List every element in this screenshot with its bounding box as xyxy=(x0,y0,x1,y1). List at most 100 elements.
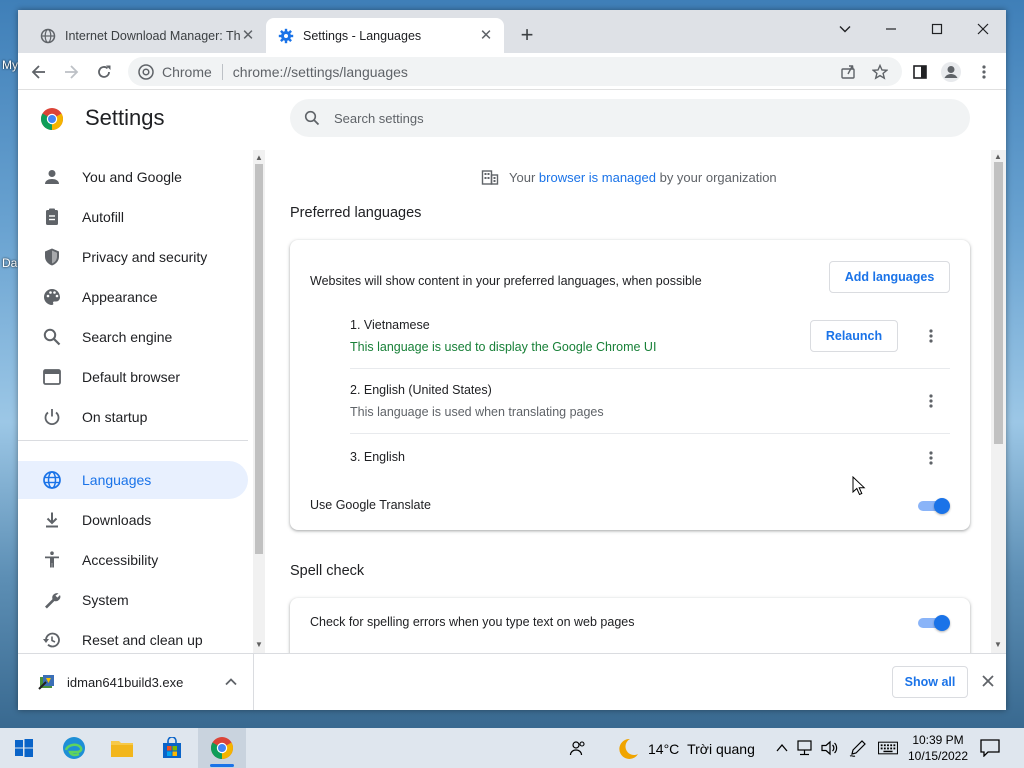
taskbar-chrome[interactable] xyxy=(208,734,236,762)
settings-header: Settings xyxy=(18,90,1006,150)
sidebar-item-accessibility[interactable]: Accessibility xyxy=(18,541,248,579)
sidebar-item-label: System xyxy=(82,592,129,608)
sidebar-item-system[interactable]: System xyxy=(18,581,248,619)
search-input[interactable] xyxy=(334,110,934,126)
sidebar-item-reset[interactable]: Reset and clean up xyxy=(18,621,248,653)
scroll-down-icon[interactable]: ▼ xyxy=(992,639,1004,651)
volume-button[interactable] xyxy=(820,738,840,758)
notification-icon xyxy=(980,739,1000,757)
side-panel-button[interactable] xyxy=(905,57,935,87)
profile-button[interactable] xyxy=(936,57,966,87)
start-button[interactable] xyxy=(10,734,38,762)
taskbar-clock[interactable]: 10:39 PM 10/15/2022 xyxy=(904,732,972,764)
sidebar-item-label: Search engine xyxy=(82,329,173,345)
sidebar-item-label: Appearance xyxy=(82,289,158,305)
reload-button[interactable] xyxy=(89,57,119,87)
taskbar-store[interactable] xyxy=(158,734,186,762)
back-button[interactable] xyxy=(24,57,54,87)
language-menu-button[interactable] xyxy=(919,389,943,413)
maximize-button[interactable] xyxy=(914,14,960,44)
tab-idm[interactable]: Internet Download Manager: The ✕ xyxy=(28,18,266,53)
side-panel-icon xyxy=(913,65,927,79)
sidebar-item-you-and-google[interactable]: You and Google xyxy=(18,158,248,196)
network-button[interactable] xyxy=(796,738,816,758)
sidebar-item-search-engine[interactable]: Search engine xyxy=(18,318,248,356)
arrow-left-icon xyxy=(31,65,45,79)
bookmark-button[interactable] xyxy=(865,57,895,87)
preferred-languages-card: Websites will show content in your prefe… xyxy=(290,240,970,530)
settings-sidebar: You and Google Autofill Privacy and secu… xyxy=(18,150,253,653)
sidebar-divider xyxy=(18,440,248,441)
scroll-down-icon[interactable]: ▼ xyxy=(253,639,265,651)
wrench-icon xyxy=(45,593,61,609)
notifications-button[interactable] xyxy=(980,738,1000,758)
tray-overflow-button[interactable] xyxy=(772,738,792,758)
sidebar-item-languages[interactable]: Languages xyxy=(18,461,248,499)
close-shelf-button[interactable] xyxy=(978,671,998,691)
close-icon[interactable]: ✕ xyxy=(240,27,256,44)
taskbar-file-explorer[interactable] xyxy=(108,734,136,762)
sidebar-item-autofill[interactable]: Autofill xyxy=(18,198,248,236)
scrollbar-thumb[interactable] xyxy=(994,162,1003,444)
managed-suffix: by your organization xyxy=(659,169,777,185)
address-bar[interactable]: Chrome chrome://settings/languages xyxy=(128,57,902,86)
menu-button[interactable] xyxy=(969,57,999,87)
windows-logo-icon xyxy=(15,739,33,757)
pen-button[interactable] xyxy=(848,738,868,758)
download-filename: idman641build3.exe xyxy=(67,674,184,690)
main-scrollbar[interactable]: ▲ ▼ xyxy=(991,150,1006,653)
browser-window: Internet Download Manager: The ✕ Setting… xyxy=(18,10,1006,710)
kebab-icon xyxy=(929,451,933,465)
sidebar-item-label: Privacy and security xyxy=(82,249,208,265)
chevron-up-icon[interactable] xyxy=(222,673,240,691)
scroll-up-icon[interactable]: ▲ xyxy=(253,152,265,164)
google-translate-label: Use Google Translate xyxy=(310,498,431,512)
add-languages-button[interactable]: Add languages xyxy=(829,261,950,293)
download-icon xyxy=(46,512,58,528)
chevron-up-icon xyxy=(776,743,788,752)
browser-toolbar: Chrome chrome://settings/languages xyxy=(18,53,1006,90)
kebab-icon xyxy=(929,329,933,343)
close-icon[interactable]: ✕ xyxy=(478,27,494,44)
pen-icon xyxy=(849,740,866,757)
tab-settings[interactable]: Settings - Languages ✕ xyxy=(266,18,504,53)
scrollbar-thumb[interactable] xyxy=(255,164,263,554)
forward-button[interactable] xyxy=(56,57,86,87)
settings-search[interactable] xyxy=(290,99,970,137)
download-item[interactable]: idman641build3.exe xyxy=(18,654,254,710)
taskbar-edge[interactable] xyxy=(60,734,88,762)
power-icon xyxy=(44,409,60,426)
google-translate-toggle[interactable] xyxy=(918,498,950,514)
sidebar-item-appearance[interactable]: Appearance xyxy=(18,278,248,316)
minimize-button[interactable] xyxy=(868,14,914,44)
spell-check-toggle[interactable] xyxy=(918,615,950,631)
sidebar-item-downloads[interactable]: Downloads xyxy=(18,501,248,539)
show-all-button[interactable]: Show all xyxy=(892,666,968,698)
store-icon xyxy=(163,737,181,758)
managed-link[interactable]: browser is managed xyxy=(539,170,656,185)
sidebar-item-on-startup[interactable]: On startup xyxy=(18,398,248,436)
language-note: This language is used when translating p… xyxy=(350,405,604,419)
spell-check-label: Check for spelling errors when you type … xyxy=(310,615,635,629)
language-menu-button[interactable] xyxy=(919,324,943,348)
relaunch-button[interactable]: Relaunch xyxy=(810,320,898,352)
sidebar-item-label: On startup xyxy=(82,409,148,425)
share-button[interactable] xyxy=(833,57,863,87)
language-name: 2. English (United States) xyxy=(350,383,492,397)
language-menu-button[interactable] xyxy=(919,446,943,470)
people-button[interactable] xyxy=(568,738,588,758)
toggle-knob xyxy=(934,615,950,631)
new-tab-button[interactable]: + xyxy=(515,24,539,48)
accessibility-icon xyxy=(45,551,59,568)
sidebar-item-default-browser[interactable]: Default browser xyxy=(18,358,248,396)
people-icon xyxy=(569,741,585,756)
preferred-languages-description: Websites will show content in your prefe… xyxy=(310,274,702,288)
palette-icon xyxy=(44,289,60,305)
sidebar-item-privacy[interactable]: Privacy and security xyxy=(18,238,248,276)
close-window-button[interactable] xyxy=(960,14,1006,44)
keyboard-button[interactable] xyxy=(878,738,898,758)
share-icon xyxy=(841,65,855,79)
tab-search-button[interactable] xyxy=(822,14,868,44)
weather-widget[interactable]: 14°C Trời quang xyxy=(614,737,755,761)
sidebar-scrollbar[interactable]: ▲ ▼ xyxy=(253,150,265,653)
